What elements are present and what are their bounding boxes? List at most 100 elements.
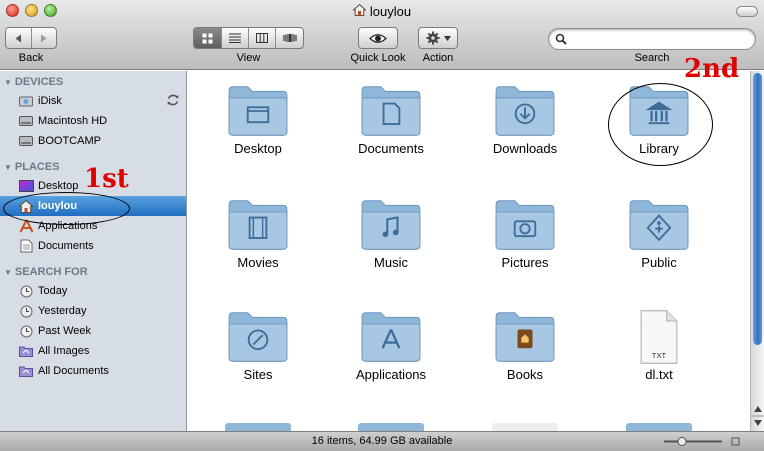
file-item[interactable]: Documents bbox=[331, 83, 451, 178]
list-view-button[interactable] bbox=[222, 28, 249, 48]
sidebar-item-all-images[interactable]: All Images bbox=[0, 341, 186, 361]
search-field[interactable] bbox=[548, 28, 756, 50]
file-item[interactable]: Sites bbox=[198, 309, 318, 404]
desktop-folder-icon bbox=[228, 86, 288, 136]
status-text: 16 items, 64.99 GB available bbox=[311, 435, 453, 447]
books-folder-icon bbox=[495, 312, 555, 362]
clock-icon bbox=[18, 304, 34, 318]
scroll-up-icon bbox=[754, 406, 762, 412]
sidebar-item-documents[interactable]: Documents bbox=[0, 236, 186, 256]
file-label: Public bbox=[641, 255, 677, 270]
action-button[interactable] bbox=[418, 27, 458, 49]
eye-icon bbox=[369, 33, 387, 43]
view-label: View bbox=[236, 52, 261, 64]
file-label: dl.txt bbox=[645, 367, 673, 382]
file-label: Desktop bbox=[234, 141, 282, 156]
music-folder-icon bbox=[361, 200, 421, 250]
annotation-second: 2nd bbox=[684, 54, 740, 84]
file-label: Applications bbox=[355, 367, 427, 382]
file-item[interactable]: Downloads bbox=[465, 83, 585, 178]
column-view-button[interactable] bbox=[249, 28, 276, 48]
public-folder-icon bbox=[629, 200, 689, 250]
smart-folder-icon bbox=[18, 364, 34, 378]
file-item[interactable]: Movies bbox=[198, 197, 318, 292]
sidebar-item-label: BOOTCAMP bbox=[38, 135, 101, 147]
sidebar-item-label: Macintosh HD bbox=[38, 115, 108, 127]
sidebar-item-label: Yesterday bbox=[38, 305, 87, 317]
places-header[interactable]: ▼ PLACES bbox=[4, 161, 60, 173]
file-item-partial[interactable] bbox=[225, 423, 291, 431]
column-view-icon bbox=[256, 33, 268, 43]
sidebar-item-label: Past Week bbox=[38, 325, 91, 337]
file-label: Books bbox=[506, 367, 544, 382]
sidebar-item-label: Desktop bbox=[38, 180, 79, 192]
search-input[interactable] bbox=[571, 31, 751, 47]
clock-icon bbox=[18, 324, 34, 338]
file-item-partial[interactable] bbox=[492, 423, 558, 431]
vertical-scrollbar[interactable] bbox=[750, 71, 764, 431]
file-item-partial[interactable] bbox=[626, 423, 692, 431]
sidebar-item-today[interactable]: Today bbox=[0, 281, 186, 301]
sidebar-item-label: iDisk bbox=[38, 95, 62, 107]
coverflow-view-button[interactable] bbox=[276, 28, 303, 48]
file-item[interactable]: TXT dl.txt bbox=[599, 309, 719, 404]
file-item[interactable]: Books bbox=[465, 309, 585, 404]
forward-button[interactable] bbox=[32, 28, 57, 48]
applications-folder-icon bbox=[361, 312, 421, 362]
back-arrow-icon bbox=[15, 34, 21, 42]
documents-icon bbox=[18, 239, 34, 253]
sidebar-item-label: Documents bbox=[38, 240, 94, 252]
disclosure-triangle-icon: ▼ bbox=[4, 77, 12, 87]
window-title-text: louylou bbox=[369, 4, 412, 19]
file-item[interactable]: Pictures bbox=[465, 197, 585, 292]
file-item[interactable]: Public bbox=[599, 197, 719, 292]
downloads-folder-icon bbox=[495, 86, 555, 136]
scrollbar-thumb[interactable] bbox=[753, 73, 762, 345]
sidebar-item-macintosh-hd[interactable]: Macintosh HD bbox=[0, 111, 186, 131]
file-item[interactable]: Desktop bbox=[198, 83, 318, 178]
scroll-arrows[interactable] bbox=[751, 401, 764, 431]
harddisk-icon bbox=[18, 114, 34, 128]
status-bar: 16 items, 64.99 GB available bbox=[0, 431, 764, 451]
back-button[interactable] bbox=[6, 28, 32, 48]
file-item[interactable]: Applications bbox=[331, 309, 451, 404]
icon-view-button[interactable] bbox=[194, 28, 222, 48]
smart-folder-icon bbox=[18, 344, 34, 358]
sidebar-item-label: All Images bbox=[38, 345, 90, 357]
txt-file-icon: TXT bbox=[640, 310, 678, 364]
chevron-down-icon bbox=[443, 35, 451, 41]
devices-header[interactable]: ▼ DEVICES bbox=[4, 76, 63, 88]
sidebar-item-bootcamp[interactable]: BOOTCAMP bbox=[0, 131, 186, 151]
file-item[interactable]: Music bbox=[331, 197, 451, 292]
sync-icon[interactable] bbox=[166, 93, 180, 107]
icon-view-icon bbox=[202, 33, 213, 43]
clock-icon bbox=[18, 284, 34, 298]
sidebar-item-yesterday[interactable]: Yesterday bbox=[0, 301, 186, 321]
sidebar-item-idisk[interactable]: iDisk bbox=[0, 91, 186, 111]
harddisk-icon bbox=[18, 134, 34, 148]
quicklook-button[interactable] bbox=[358, 27, 398, 49]
movies-folder-icon bbox=[228, 200, 288, 250]
scroll-down-icon bbox=[754, 420, 762, 426]
file-label: Movies bbox=[237, 255, 279, 270]
quicklook-label: Quick Look bbox=[350, 52, 406, 64]
coverflow-view-icon bbox=[282, 34, 297, 42]
sidebar-item-all-documents[interactable]: All Documents bbox=[0, 361, 186, 381]
search-icon bbox=[555, 33, 567, 45]
home-icon bbox=[352, 3, 367, 19]
documents-folder-icon bbox=[361, 86, 421, 136]
toolbar: louylou Back View Quick Look Action Sear… bbox=[0, 0, 764, 70]
file-item-partial[interactable] bbox=[358, 423, 424, 431]
search-for-header[interactable]: ▼ SEARCH FOR bbox=[4, 266, 88, 278]
sites-folder-icon bbox=[228, 312, 288, 362]
window-title: louylou bbox=[0, 3, 764, 19]
file-label: Pictures bbox=[501, 255, 549, 270]
disclosure-triangle-icon: ▼ bbox=[4, 267, 12, 277]
pictures-folder-icon bbox=[495, 200, 555, 250]
sidebar-item-label: All Documents bbox=[38, 365, 109, 377]
sidebar-item-past-week[interactable]: Past Week bbox=[0, 321, 186, 341]
toolbar-toggle-button[interactable] bbox=[736, 6, 758, 17]
file-label: Music bbox=[374, 255, 408, 270]
desktop-icon bbox=[18, 179, 34, 193]
icon-size-slider[interactable] bbox=[662, 437, 748, 446]
